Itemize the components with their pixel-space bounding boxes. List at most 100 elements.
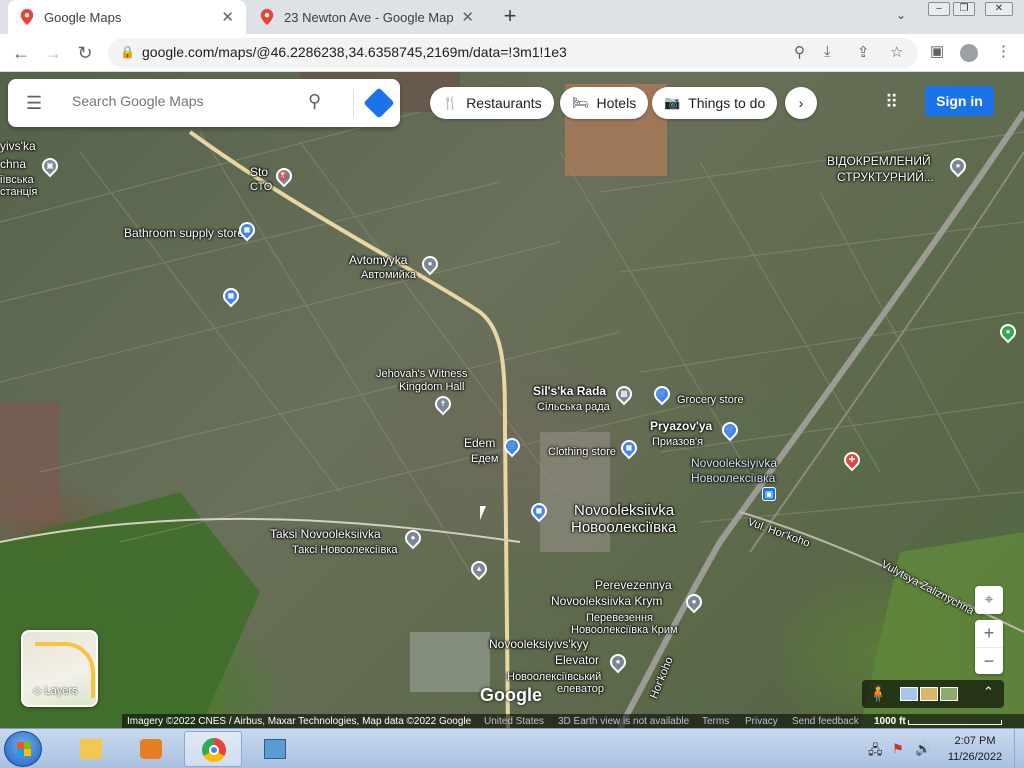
volume-icon[interactable]: 🔊 (915, 741, 931, 757)
terms-link[interactable]: Terms (702, 716, 729, 727)
new-tab-button[interactable]: + (498, 4, 522, 28)
zoom-in-button[interactable]: + (975, 620, 1003, 647)
share-icon[interactable]: ⇪ (857, 43, 870, 61)
taskbar-control-panel[interactable] (246, 731, 304, 767)
map-label[interactable]: Приазов'я (652, 436, 703, 448)
bookmark-star-icon[interactable]: ☆ (890, 43, 903, 61)
sign-in-button[interactable]: Sign in (925, 86, 994, 116)
minimize-button[interactable]: – (928, 2, 950, 16)
map-label[interactable]: Sil's'ka Rada (533, 385, 606, 398)
map-label[interactable]: іївська (0, 174, 34, 186)
map-label[interactable]: Новоолексіївський (507, 671, 601, 683)
map-label[interactable]: Taksi Novooleksiivka (270, 528, 381, 541)
map-label[interactable]: Bathroom supply store (124, 227, 244, 240)
town-label[interactable]: Novooleksiivka (574, 503, 674, 519)
traffic-thumbnail[interactable] (920, 687, 938, 701)
map-label[interactable]: Avtomyyka (349, 254, 407, 267)
map-label[interactable]: chna (0, 158, 26, 171)
close-window-button[interactable]: ✕ (985, 2, 1013, 16)
taskbar-media-player[interactable] (122, 731, 180, 767)
system-clock[interactable]: 2:07 PM 11/26/2022 (940, 733, 1010, 765)
taskbar-explorer[interactable] (62, 731, 120, 767)
browser-toolbar: ← → ↻ 🔒 google.com/maps/@46.2286238,34.6… (0, 34, 1024, 72)
country-link[interactable]: United States (484, 716, 544, 727)
tab-close-icon[interactable]: ✕ (221, 8, 234, 26)
zoom-out-button[interactable]: − (975, 647, 1003, 674)
map-label[interactable]: Edem (464, 437, 495, 450)
tab-close-icon[interactable]: ✕ (461, 8, 474, 26)
privacy-link[interactable]: Privacy (745, 716, 778, 727)
menu-kebab-icon[interactable]: ⋮ (996, 42, 1011, 60)
imagery-attribution: Imagery ©2022 CNES / Airbus, Maxar Techn… (127, 716, 472, 727)
fork-knife-icon: 🍴 (442, 95, 459, 110)
town-label[interactable]: Новоолексіївка (571, 520, 676, 536)
map-label[interactable]: Автомийка (361, 269, 416, 281)
map-label[interactable]: Novooleksiyivka (691, 457, 777, 470)
map-label[interactable]: Kingdom Hall (399, 381, 464, 393)
forward-icon[interactable]: → (40, 40, 66, 66)
map-label[interactable]: Jehovah's Witness (376, 368, 467, 380)
map-label[interactable]: yivs'ka (0, 140, 36, 153)
tab-newton-ave[interactable]: 23 Newton Ave - Google Maps ✕ (248, 0, 486, 34)
search-icon[interactable]: ⚲ (308, 91, 321, 112)
tab-google-maps[interactable]: Google Maps ✕ (8, 0, 246, 34)
side-panel-icon[interactable]: ▣ (930, 42, 944, 60)
address-bar[interactable]: 🔒 google.com/maps/@46.2286238,34.6358745… (108, 38, 918, 68)
maximize-button[interactable]: ❐ (953, 2, 975, 16)
back-icon[interactable]: ← (8, 40, 34, 66)
terrain-thumbnail[interactable] (900, 687, 918, 701)
layers-button[interactable]: ◇ Layers (21, 630, 98, 707)
install-icon[interactable]: ⤓ (824, 43, 831, 60)
action-center-icon[interactable]: ⚑ (892, 741, 904, 757)
map-label[interactable]: Clothing store (548, 446, 616, 458)
clock-time: 2:07 PM (954, 735, 996, 747)
train-station-icon[interactable]: ▣ (762, 487, 776, 501)
map-label[interactable]: СТРУКТУРНИЙ... (837, 171, 934, 184)
network-icon[interactable]: 🖧 (868, 741, 883, 763)
map-label[interactable]: Едем (471, 453, 498, 465)
zoom-icon[interactable]: ⚲ (794, 43, 805, 61)
scale-label[interactable]: 1000 ft (874, 716, 906, 727)
map-label[interactable]: ВІДОКРЕМЛЕНИЙ (827, 155, 931, 168)
satellite-map[interactable]: yivs'ka chna іївська станція ▣ Sto СТО ⛽… (0, 72, 1024, 728)
map-label[interactable]: Новоолексіївка (691, 472, 775, 485)
reload-icon[interactable]: ↻ (72, 40, 98, 66)
map-label[interactable]: Grocery store (677, 394, 744, 406)
directions-icon[interactable] (363, 87, 395, 119)
google-apps-icon[interactable]: ⠿ (885, 92, 898, 113)
map-label[interactable]: Новоолексіївка Крим (571, 624, 678, 636)
chips-next-button[interactable]: › (785, 87, 817, 119)
map-label[interactable]: Sto (250, 166, 268, 179)
tab-search-chevron-icon[interactable]: ⌄ (896, 8, 906, 22)
map-label[interactable]: станція (0, 186, 37, 198)
send-feedback-link[interactable]: Send feedback (792, 716, 859, 727)
my-location-button[interactable]: ⌖ (975, 586, 1003, 614)
expand-chevron-icon[interactable]: ⌃ (983, 684, 994, 700)
chrome-center (209, 745, 219, 755)
search-input[interactable] (72, 93, 292, 109)
chip-restaurants[interactable]: 🍴 Restaurants (430, 87, 554, 119)
map-label[interactable]: Elevator (555, 654, 599, 667)
map-label[interactable]: Perevezennya (595, 579, 672, 592)
taskbar: 🖧 ⚑ 🔊 2:07 PM 11/26/2022 (0, 728, 1024, 768)
map-label[interactable]: Перевезення (586, 612, 653, 624)
map-label[interactable]: Таксі Новоолексіївка (292, 544, 398, 556)
chip-hotels[interactable]: 🛏 Hotels (560, 87, 649, 119)
show-desktop-button[interactable] (1014, 729, 1024, 768)
profile-avatar-icon[interactable] (960, 44, 978, 62)
biking-thumbnail[interactable] (940, 687, 958, 701)
hamburger-menu-icon[interactable]: ☰ (26, 93, 42, 114)
map-label[interactable]: елеватор (557, 683, 604, 695)
taskbar-chrome[interactable] (184, 731, 242, 767)
map-label[interactable]: СТО (250, 181, 272, 193)
divider (353, 89, 354, 117)
map-label[interactable]: Pryazov'ya (650, 420, 712, 433)
map-label[interactable]: Novooleksiivka Krym (551, 595, 662, 608)
layers-label: ◇ Layers (33, 685, 78, 697)
pegman-icon[interactable]: 🧍 (868, 684, 888, 704)
start-button[interactable] (4, 731, 42, 767)
url-text[interactable]: google.com/maps/@46.2286238,34.6358745,2… (142, 44, 567, 60)
chip-things-to-do[interactable]: 📷 Things to do (652, 87, 778, 119)
map-label[interactable]: Сільська рада (537, 401, 610, 413)
map-label[interactable]: Novooleksiyivs'kyy (489, 638, 589, 651)
